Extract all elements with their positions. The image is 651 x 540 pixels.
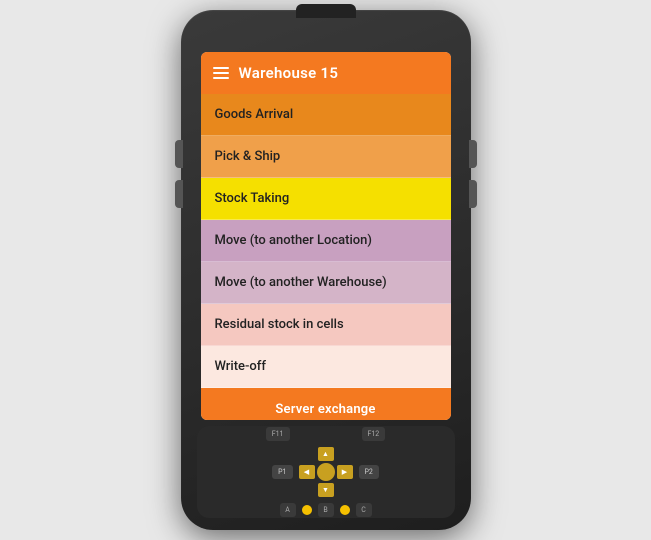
screen: Warehouse 15 Goods Arrival Pick & Ship S… <box>201 52 451 420</box>
nav-cluster: ▲ ◀ ▶ ▼ <box>299 447 353 497</box>
menu-item-goods-arrival[interactable]: Goods Arrival <box>201 94 451 136</box>
menu-item-move-warehouse[interactable]: Move (to another Warehouse) <box>201 262 451 304</box>
side-button-left-top[interactable] <box>175 140 183 168</box>
keypad: F11 F12 P1 ▲ ◀ ▶ ▼ <box>197 426 455 518</box>
key-p2[interactable]: P2 <box>359 465 379 479</box>
nav-right[interactable]: ▶ <box>337 465 353 479</box>
key-f12[interactable]: F12 <box>362 427 386 441</box>
keypad-row-alpha: A B C <box>280 503 372 517</box>
key-c[interactable]: C <box>356 503 372 517</box>
menu-item-pick-ship[interactable]: Pick & Ship <box>201 136 451 178</box>
menu-item-residual-stock[interactable]: Residual stock in cells <box>201 304 451 346</box>
server-exchange-button[interactable]: Server exchange <box>201 388 451 420</box>
keypad-row-p: P1 ▲ ◀ ▶ ▼ P2 <box>272 447 379 497</box>
nav-down[interactable]: ▼ <box>318 483 334 497</box>
menu-item-stock-taking[interactable]: Stock Taking <box>201 178 451 220</box>
menu-item-write-off[interactable]: Write-off <box>201 346 451 388</box>
header-title: Warehouse 15 <box>239 64 339 82</box>
key-a[interactable]: A <box>280 503 296 517</box>
side-button-left-bottom[interactable] <box>175 180 183 208</box>
app-header: Warehouse 15 <box>201 52 451 94</box>
yellow-indicator-left <box>302 505 312 515</box>
keypad-row-fn: F11 F12 <box>266 427 386 441</box>
device-top-bump <box>296 4 356 18</box>
key-f11[interactable]: F11 <box>266 427 290 441</box>
menu-list: Goods Arrival Pick & Ship Stock Taking M… <box>201 94 451 420</box>
nav-left[interactable]: ◀ <box>299 465 315 479</box>
key-p1[interactable]: P1 <box>272 465 292 479</box>
menu-item-move-location[interactable]: Move (to another Location) <box>201 220 451 262</box>
nav-up[interactable]: ▲ <box>318 447 334 461</box>
device: Warehouse 15 Goods Arrival Pick & Ship S… <box>181 10 471 530</box>
nav-center[interactable] <box>317 463 335 481</box>
side-button-right-bottom[interactable] <box>469 180 477 208</box>
key-b[interactable]: B <box>318 503 334 517</box>
hamburger-icon[interactable] <box>213 67 229 79</box>
device-body: Warehouse 15 Goods Arrival Pick & Ship S… <box>181 10 471 530</box>
yellow-indicator-right <box>340 505 350 515</box>
side-button-right-top[interactable] <box>469 140 477 168</box>
